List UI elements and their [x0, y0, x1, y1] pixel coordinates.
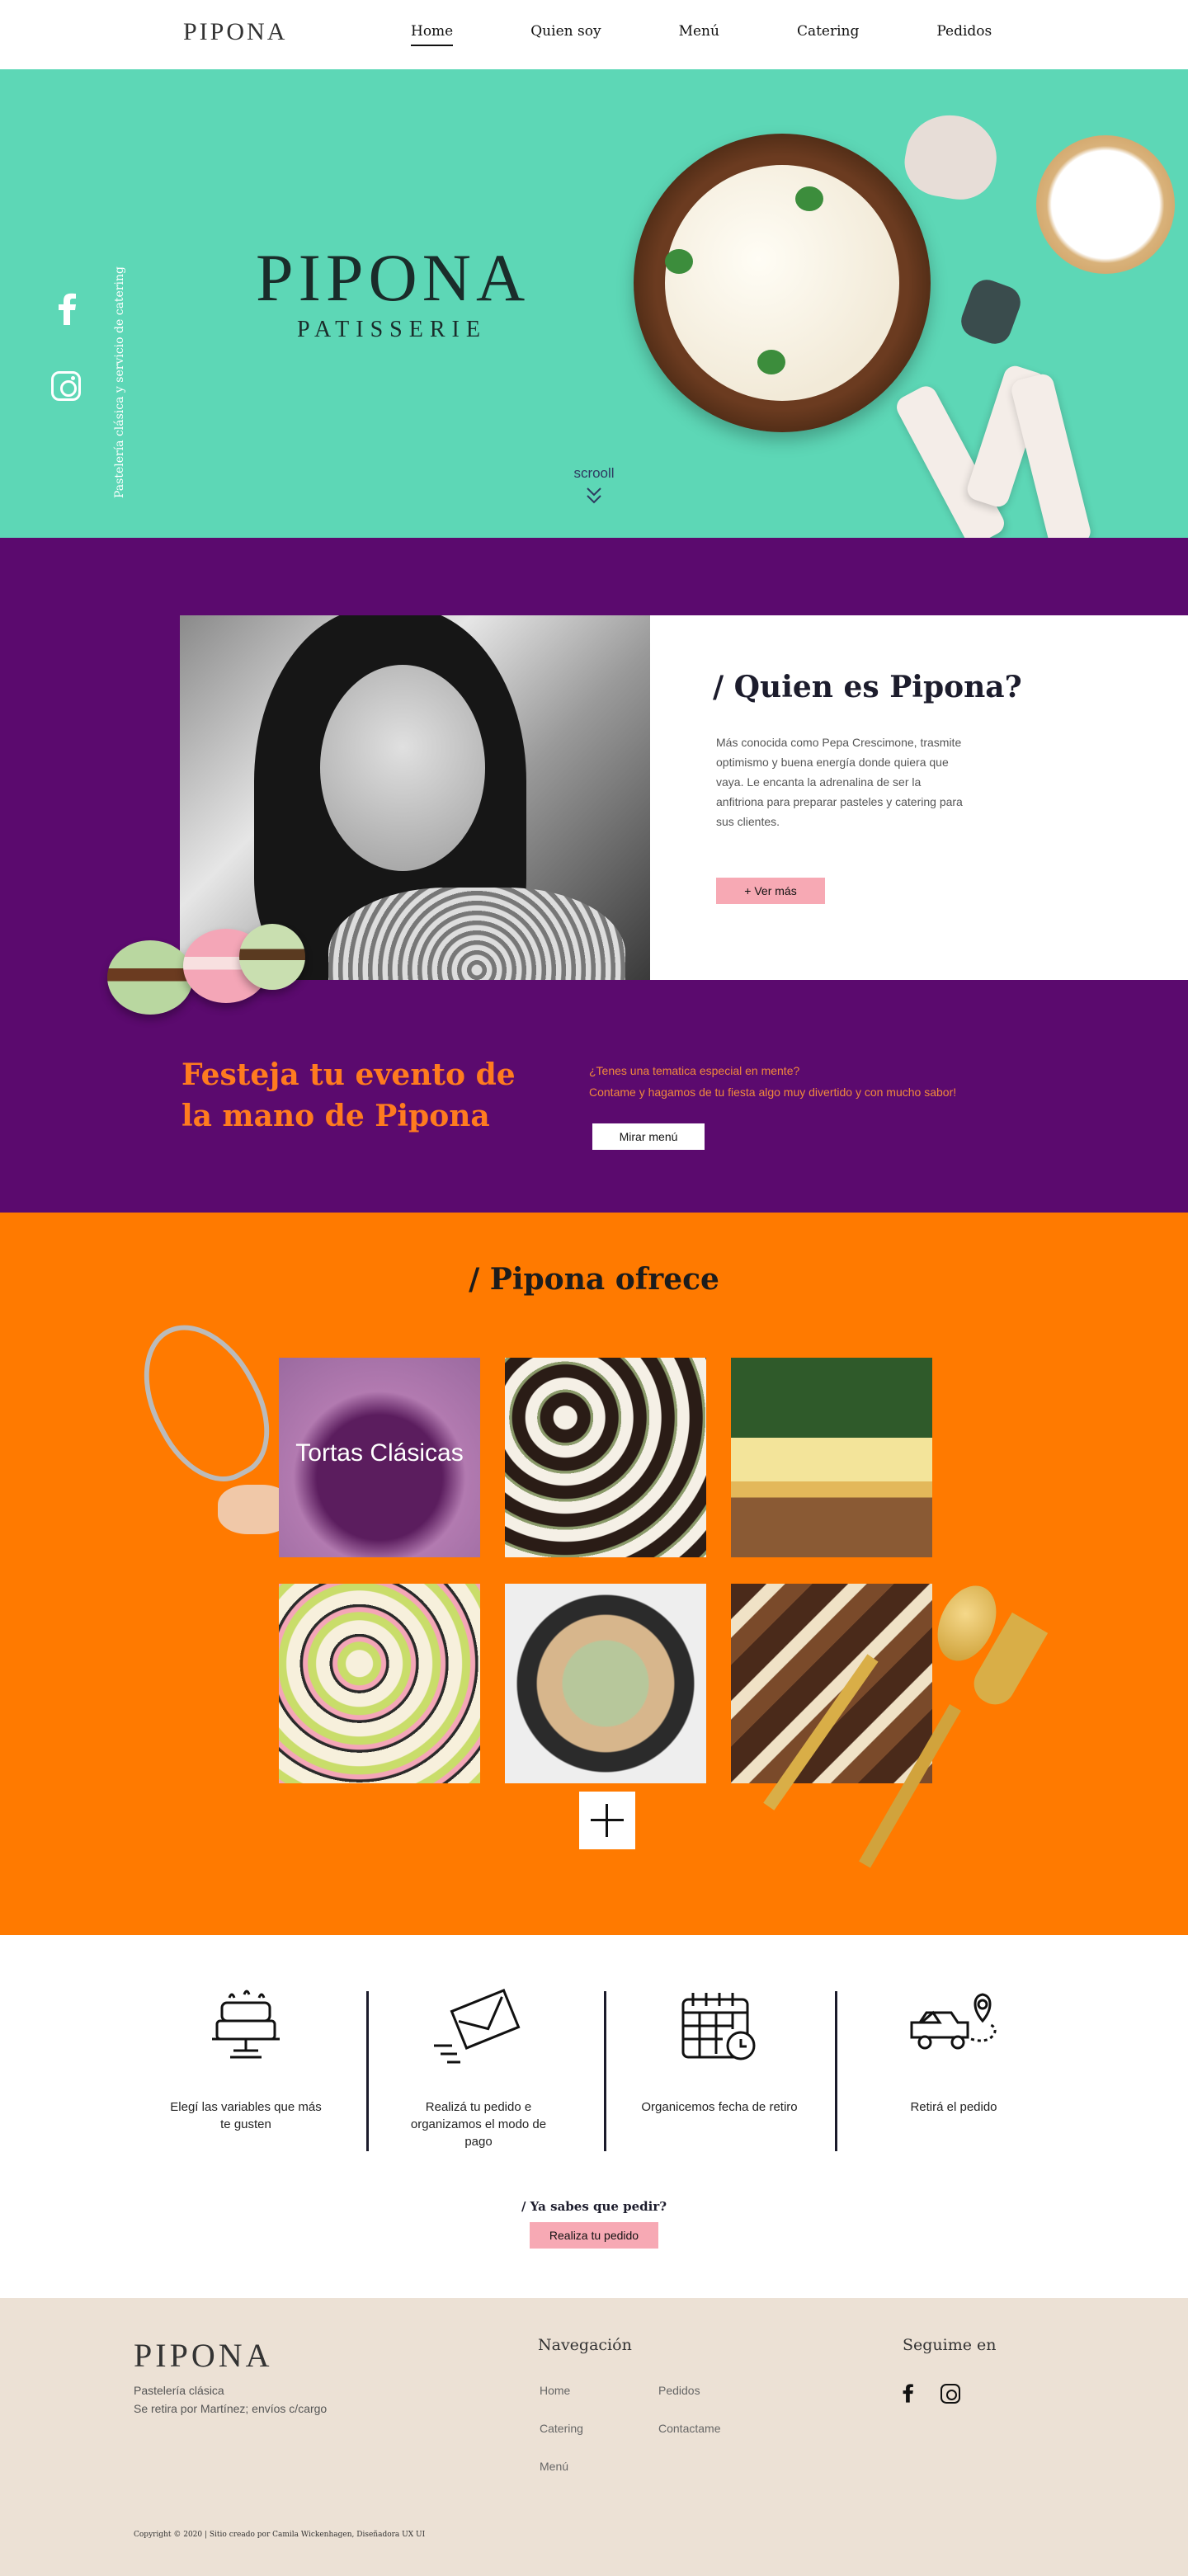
offer-tile-cups[interactable] [505, 1358, 706, 1557]
more-offers-plus-button[interactable] [579, 1792, 635, 1849]
hero-brand-subtitle: PATISSERIE [297, 317, 487, 342]
step-divider [835, 1991, 837, 2151]
scroll-indicator[interactable]: scrooll [571, 465, 617, 505]
about-description: Más conocida como Pepa Crescimone, trasm… [716, 736, 963, 828]
event-question: ¿Tenes una tematica especial en mente? [589, 1064, 800, 1077]
nav-links: Home Quien soy Menú Catering Pedidos [411, 23, 1069, 46]
footer-link-catering[interactable]: Catering [540, 2422, 583, 2435]
copyright-text: Copyright © 2020 | Sitio creado por Cami… [134, 2531, 426, 2539]
mirar-menu-button[interactable]: Mirar menú [592, 1123, 705, 1150]
ready-to-order-prompt: / Ya sabes que pedir? [521, 2199, 667, 2214]
hero-meringue-tart-image [1036, 135, 1175, 274]
site-logo[interactable]: PIPONA [183, 18, 287, 46]
about-section: / Quien es Pipona? Más conocida como Pep… [0, 538, 1188, 1213]
footer-nav-heading: Navegación [538, 2336, 632, 2354]
event-headline: Festeja tu evento de la mano de Pipona [182, 1057, 516, 1133]
hero-cake-image [634, 134, 931, 432]
hero-brand: PIPONA PATISSERIE [256, 244, 528, 343]
step-text: Organicemos fecha de retiro [641, 2100, 798, 2114]
footer-link-contactame[interactable]: Contactame [658, 2422, 720, 2435]
hero-cookie-heart-image [899, 108, 1003, 205]
event-cta-text: Contame y hagamos de tu fiesta algo muy … [589, 1085, 957, 1099]
hero-section: Pastelería clásica y servicio de caterin… [0, 69, 1188, 538]
nav-link-pedidos[interactable]: Pedidos [936, 23, 992, 46]
cutlery-image [763, 1575, 1064, 1897]
cake-icon [212, 1990, 280, 2059]
offer-tile-lemon-bars[interactable] [731, 1358, 932, 1557]
footer: PIPONA Pastelería clásica Se retira por … [0, 2298, 1188, 2576]
macarons-image [107, 924, 305, 1023]
step-text: Elegí las variables que más te gusten [170, 2100, 322, 2131]
facebook-icon[interactable] [58, 292, 78, 325]
step-divider [366, 1991, 369, 2151]
step-date: Organicemos fecha de retiro [637, 1988, 802, 2116]
offers-title: / Pipona ofrece [469, 1262, 719, 1297]
offer-tile-label: Tortas Clásicas [295, 1439, 464, 1467]
about-title: / Quien es Pipona? [713, 670, 1022, 704]
top-navigation: PIPONA Home Quien soy Menú Catering Pedi… [0, 0, 1188, 69]
realiza-pedido-button[interactable]: Realiza tu pedido [530, 2222, 658, 2249]
offer-tile-letter-cake[interactable] [279, 1584, 480, 1783]
step-text: Realizá tu pedido e organizamos el modo … [410, 2100, 547, 2149]
step-order: Realizá tu pedido e organizamos el modo … [396, 1988, 561, 2150]
footer-follow-heading: Seguime en [903, 2336, 997, 2354]
hero-letter-cake-image [893, 350, 1093, 538]
nav-link-catering[interactable]: Catering [797, 23, 859, 46]
ver-mas-button[interactable]: + Ver más [716, 878, 825, 904]
footer-logo[interactable]: PIPONA [134, 2336, 272, 2375]
whisk-image [119, 1303, 292, 1534]
hero-candy-gem-image [956, 275, 1025, 349]
step-pickup: Retirá el pedido [871, 1988, 1036, 2116]
offers-section: / Pipona ofrece Tortas Clásicas [0, 1213, 1188, 1935]
footer-link-pedidos[interactable]: Pedidos [658, 2384, 700, 2397]
step-divider [604, 1991, 606, 2151]
footer-shipping-info: Se retira por Martínez; envíos c/cargo [134, 2402, 328, 2415]
instagram-icon[interactable] [940, 2384, 960, 2404]
order-steps-section: Elegí las variables que más te gusten Re… [0, 1935, 1188, 2298]
double-chevron-down-icon [587, 487, 601, 504]
scroll-label: scrooll [573, 465, 615, 481]
offer-tile-tortas[interactable]: Tortas Clásicas [279, 1358, 480, 1557]
offer-tile-macarons[interactable] [505, 1584, 706, 1783]
delivery-location-icon [910, 1993, 997, 2050]
footer-description: Pastelería clásica [134, 2384, 224, 2397]
instagram-icon[interactable] [51, 371, 81, 401]
hero-brand-title: PIPONA [256, 240, 530, 315]
envelope-icon [434, 1989, 521, 2064]
facebook-icon[interactable] [903, 2382, 914, 2404]
hero-tagline-vertical: Pastelería clásica y servicio de caterin… [113, 266, 126, 498]
footer-link-home[interactable]: Home [540, 2384, 570, 2397]
step-text: Retirá el pedido [910, 2100, 997, 2114]
nav-link-quien-soy[interactable]: Quien soy [530, 23, 601, 46]
nav-link-menu[interactable]: Menú [679, 23, 719, 46]
nav-link-home[interactable]: Home [411, 23, 454, 46]
footer-link-menu[interactable]: Menú [540, 2460, 568, 2473]
step-choose: Elegí las variables que más te gusten [163, 1988, 328, 2133]
calendar-icon [681, 1993, 756, 2060]
